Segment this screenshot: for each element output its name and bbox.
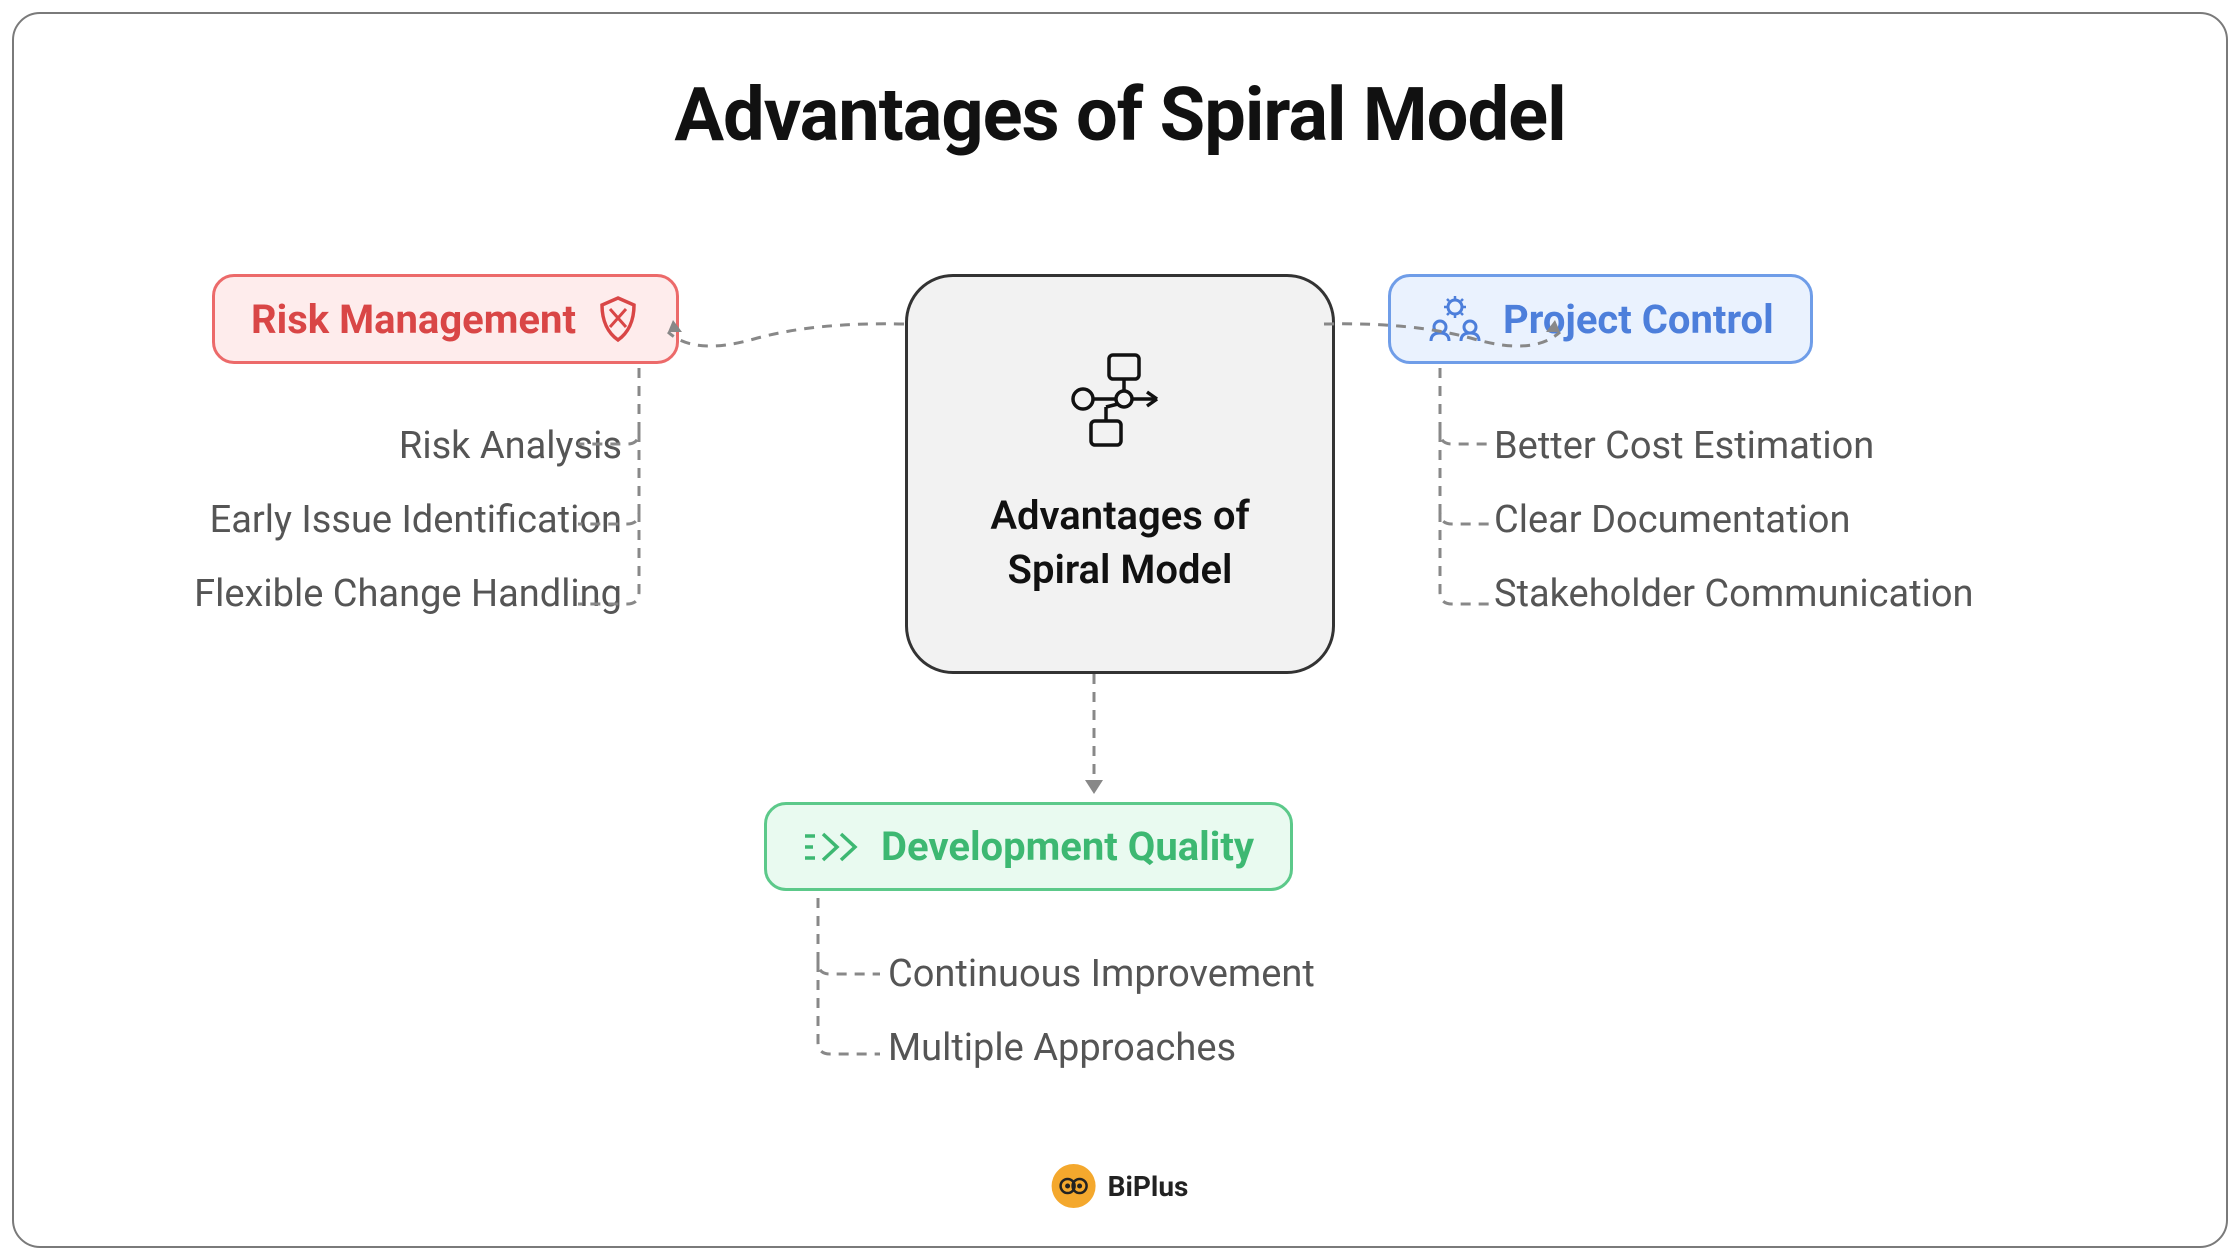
dev-item: Multiple Approaches xyxy=(888,1026,1315,1070)
dev-items: Continuous Improvement Multiple Approach… xyxy=(888,952,1315,1070)
connector-left xyxy=(654,304,914,364)
project-items: Better Cost Estimation Clear Documentati… xyxy=(1494,424,1974,616)
dev-item: Continuous Improvement xyxy=(888,952,1315,996)
risk-item: Risk Analysis xyxy=(102,424,622,468)
development-quality-node: Development Quality xyxy=(764,802,1293,891)
project-item: Stakeholder Communication xyxy=(1494,572,1974,616)
project-control-node: Project Control xyxy=(1388,274,1813,364)
risk-label: Risk Management xyxy=(251,296,576,343)
project-item: Clear Documentation xyxy=(1494,498,1974,542)
risk-management-node: Risk Management xyxy=(212,274,679,364)
center-label: Advantages of Spiral Model xyxy=(948,489,1292,597)
fast-forward-icon xyxy=(803,830,861,864)
project-label: Project Control xyxy=(1503,296,1774,343)
dev-label: Development Quality xyxy=(881,823,1254,870)
center-node: Advantages of Spiral Model xyxy=(905,274,1335,674)
team-gear-icon xyxy=(1427,295,1483,343)
main-title: Advantages of Spiral Model xyxy=(674,72,1565,159)
shield-icon xyxy=(596,295,640,343)
connector-down xyxy=(1074,674,1114,804)
risk-item: Early Issue Identification xyxy=(102,498,622,542)
project-item: Better Cost Estimation xyxy=(1494,424,1974,468)
brand-name: BiPlus xyxy=(1108,1170,1189,1203)
owl-icon xyxy=(1052,1164,1096,1208)
diagram-frame: Advantages of Spiral Model Advantages of… xyxy=(12,12,2228,1248)
risk-items: Risk Analysis Early Issue Identification… xyxy=(102,424,622,616)
diagram-icon xyxy=(1065,351,1175,451)
brand-logo: BiPlus xyxy=(1052,1164,1189,1208)
risk-item: Flexible Change Handling xyxy=(102,572,622,616)
dev-connector xyxy=(800,894,900,1064)
